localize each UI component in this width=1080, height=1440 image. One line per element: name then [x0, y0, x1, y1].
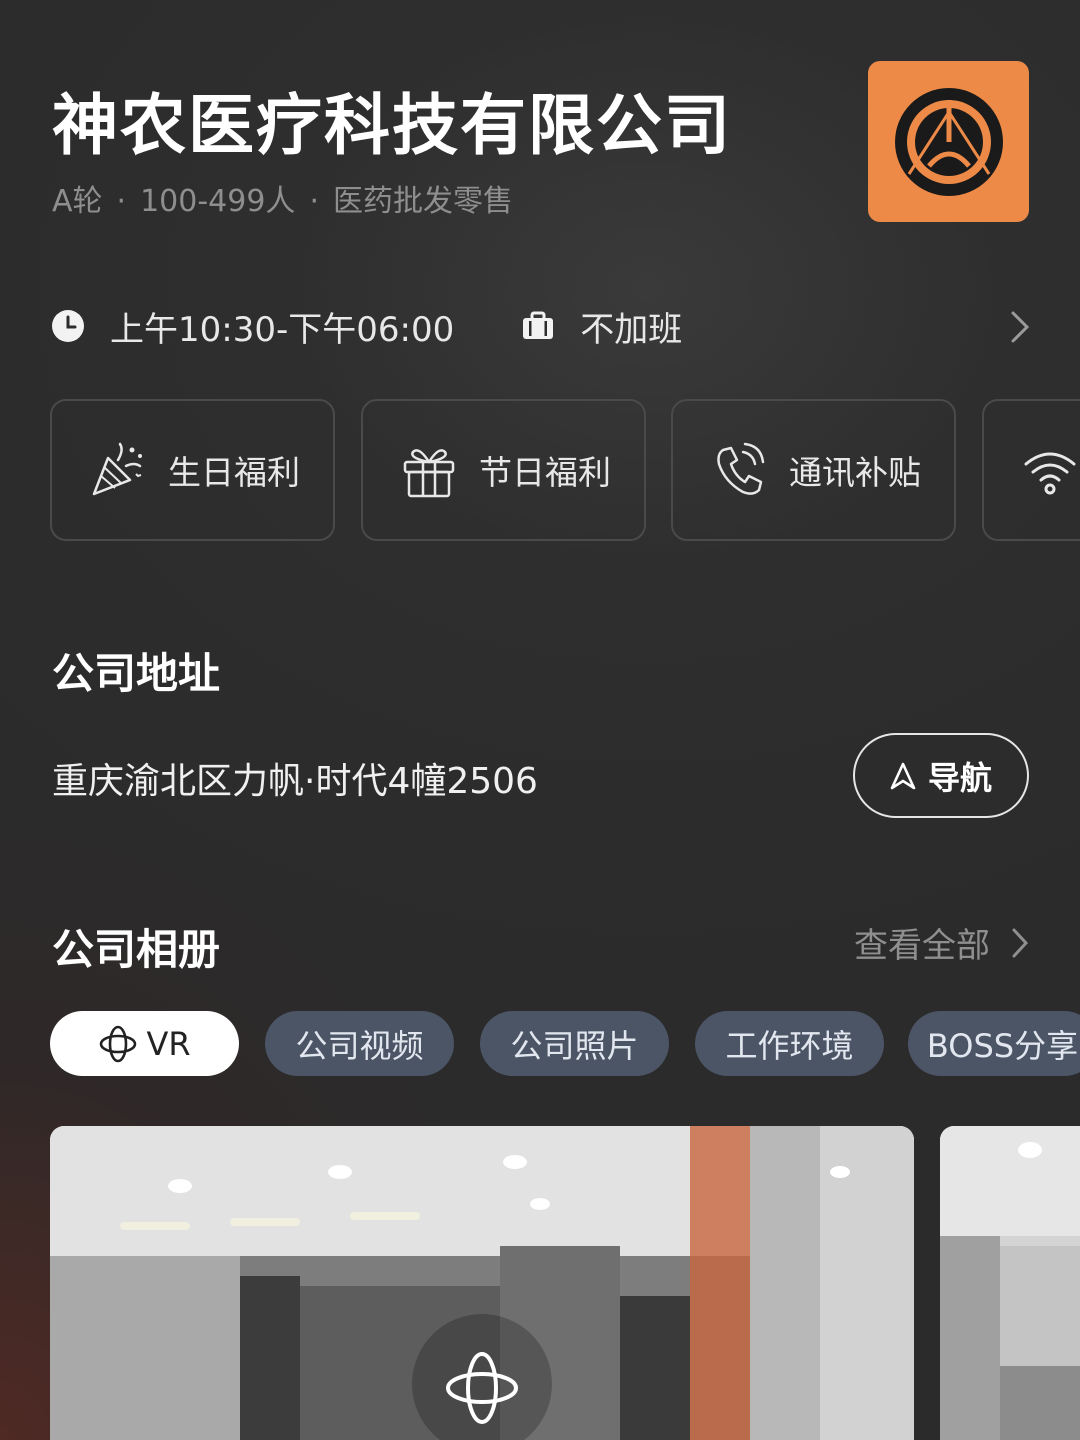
benefit-card-phone[interactable]: 通讯补贴: [671, 399, 956, 541]
office-vr-photo[interactable]: [50, 1126, 914, 1440]
funding-stage: A轮: [52, 184, 103, 219]
benefit-label: 生日福利: [168, 453, 300, 492]
address-section-title: 公司地址: [52, 649, 221, 698]
benefits-list[interactable]: 生日福利 节日福利 通讯补贴: [50, 399, 1080, 541]
tab-boss-share[interactable]: BOSS分享: [908, 1011, 1080, 1076]
company-logo-icon: [894, 87, 1003, 196]
company-name: 神农医疗科技有限公司: [52, 87, 732, 164]
album-section-title: 公司相册: [52, 925, 221, 974]
office-photo-illustration: [50, 1126, 914, 1440]
industry: 医药批发零售: [332, 184, 513, 219]
gift-icon: [403, 449, 455, 498]
briefcase-icon: [523, 311, 554, 339]
work-hours-row[interactable]: 上午10:30-下午06:00 不加班: [52, 300, 1032, 352]
meta-separator: ·: [309, 184, 319, 219]
chevron-right-icon: [1012, 928, 1029, 957]
navigate-button-label: 导航: [927, 758, 992, 797]
company-logo[interactable]: [868, 61, 1029, 222]
benefit-card-holiday[interactable]: 节日福利: [361, 399, 646, 541]
benefit-label: 节日福利: [479, 453, 611, 492]
company-size: 100-499人: [140, 184, 296, 219]
tab-vr[interactable]: VR: [50, 1011, 239, 1076]
view-all-label: 查看全部: [854, 926, 990, 966]
tab-company-photos[interactable]: 公司照片: [480, 1011, 669, 1076]
benefit-label: 通讯补贴: [789, 453, 921, 492]
overtime-policy: 不加班: [580, 309, 683, 350]
album-tabs[interactable]: VR 公司视频 公司照片 工作环境 BOSS分享: [50, 1011, 1080, 1077]
tab-work-environment[interactable]: 工作环境: [695, 1011, 884, 1076]
navigation-arrow-icon: [890, 762, 916, 789]
office-photo-thumbnail[interactable]: [940, 1126, 1080, 1440]
party-popper-icon: [92, 442, 142, 496]
work-hours: 上午10:30-下午06:00: [110, 309, 455, 350]
chevron-right-icon: [1011, 311, 1030, 343]
tab-company-video[interactable]: 公司视频: [265, 1011, 454, 1076]
phone-icon: [717, 442, 765, 495]
view-all-link[interactable]: 查看全部: [854, 918, 1030, 967]
tab-label: VR: [146, 1024, 191, 1063]
benefit-card-birthday[interactable]: 生日福利: [50, 399, 335, 541]
vr-icon: [100, 1025, 137, 1062]
company-address: 重庆渝北区力帆·时代4幢2506: [52, 761, 538, 802]
wifi-icon: [1024, 452, 1076, 495]
album-photos[interactable]: [50, 1126, 1080, 1440]
office-photo-thumbnail-illustration: [940, 1126, 1080, 1440]
company-meta: A轮 · 100-499人 · 医药批发零售: [52, 176, 513, 220]
meta-separator: ·: [116, 184, 127, 219]
navigate-button[interactable]: 导航: [853, 733, 1029, 818]
clock-icon: [52, 310, 84, 342]
benefit-card-wifi[interactable]: [982, 399, 1080, 541]
